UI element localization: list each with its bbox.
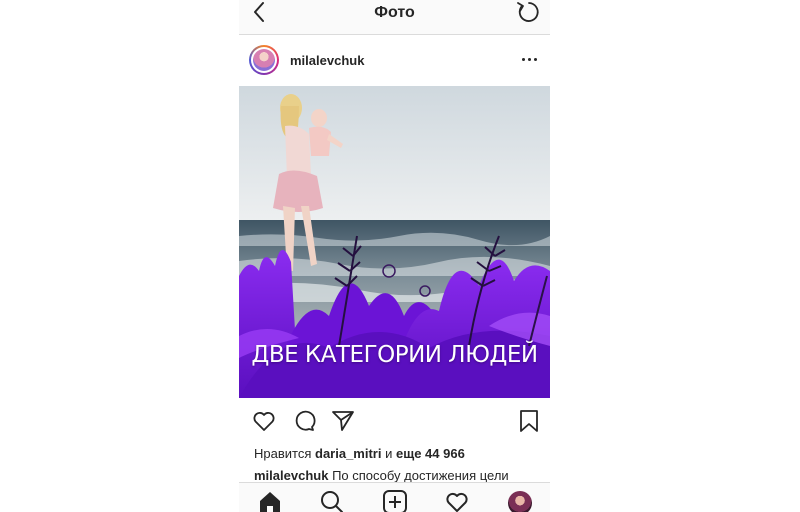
- avatar[interactable]: [249, 45, 279, 75]
- bookmark-icon[interactable]: [516, 408, 542, 434]
- add-icon[interactable]: [382, 489, 408, 512]
- likes-prefix: Нравится: [254, 446, 312, 461]
- profile-avatar[interactable]: [508, 491, 532, 512]
- post-actions: [239, 398, 550, 444]
- instagram-post-view: Фото milalevchuk ДВЕ КАТЕГОРИИ ЛЮДЕЙ Нра…: [239, 0, 550, 512]
- post-username[interactable]: milalevchuk: [290, 53, 364, 68]
- activity-icon[interactable]: [444, 489, 470, 512]
- bottom-tab-bar: [239, 482, 550, 512]
- post-caption: milalevchuk По способу достижения цели: [254, 468, 544, 483]
- home-icon[interactable]: [257, 489, 283, 512]
- heart-icon[interactable]: [251, 408, 277, 434]
- send-icon[interactable]: [330, 408, 356, 434]
- likes-user-link[interactable]: daria_mitri: [315, 446, 381, 461]
- more-horizontal-icon[interactable]: [522, 58, 538, 64]
- caption-username[interactable]: milalevchuk: [254, 468, 328, 483]
- caption-text: По способу достижения цели: [332, 468, 509, 483]
- post-image[interactable]: ДВЕ КАТЕГОРИИ ЛЮДЕЙ: [239, 86, 550, 398]
- likes-line: Нравится daria_mitri и еще 44 966: [254, 446, 465, 461]
- likes-connector: и: [385, 446, 393, 461]
- top-navigation-bar: Фото: [239, 0, 550, 35]
- comment-icon[interactable]: [291, 408, 317, 434]
- page-title: Фото: [374, 4, 415, 21]
- likes-count-link[interactable]: еще 44 966: [396, 446, 465, 461]
- refresh-icon[interactable]: [516, 0, 542, 26]
- post-header: milalevchuk: [239, 35, 550, 85]
- image-overlay-text: ДВЕ КАТЕГОРИИ ЛЮДЕЙ: [251, 342, 538, 368]
- search-icon[interactable]: [319, 489, 345, 512]
